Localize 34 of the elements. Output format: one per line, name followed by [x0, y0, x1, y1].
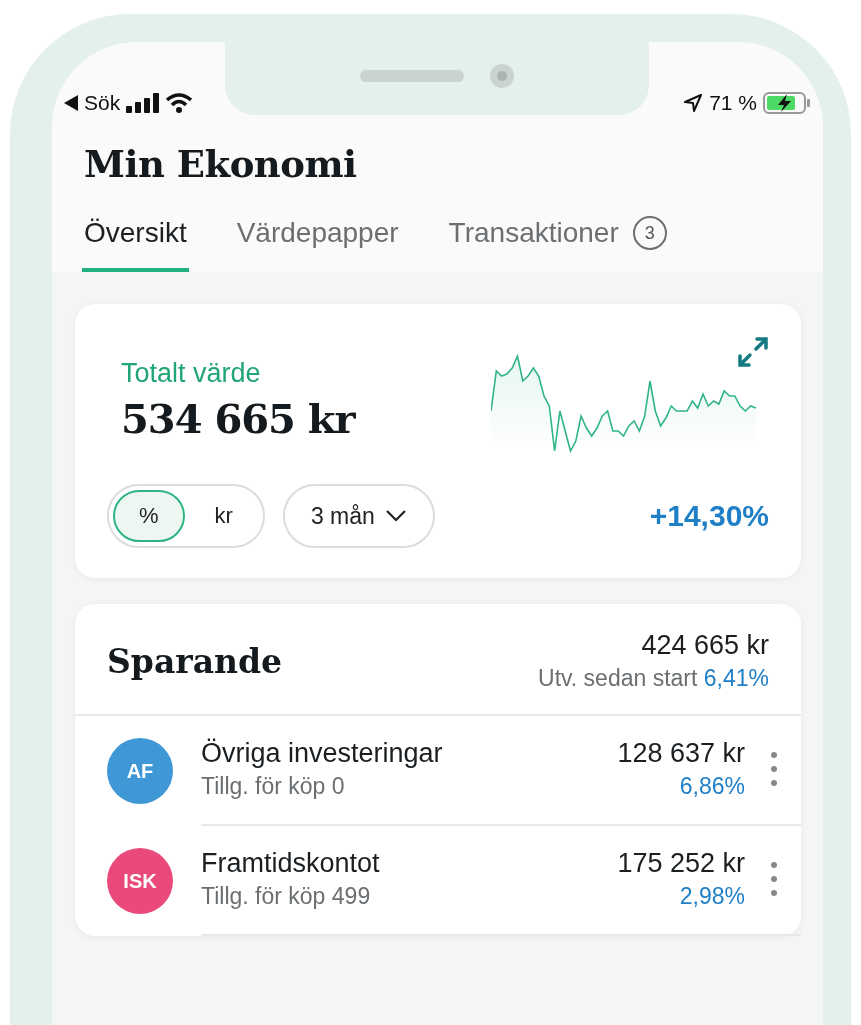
total-label: Totalt värde [121, 358, 262, 389]
tab[interactable]: Värdepapper [234, 208, 401, 272]
growth-text: Utv. sedan start 6,41% [538, 665, 769, 692]
change-percentage: +14,30% [649, 499, 769, 533]
account-name[interactable]: Övriga investeringar [201, 738, 618, 769]
total-value: 534 665 kr [121, 395, 355, 442]
account-avatar: ISK [107, 848, 173, 914]
tab[interactable]: Översikt [82, 208, 189, 272]
battery-charging-icon [763, 92, 811, 114]
back-label[interactable]: Sök [84, 91, 121, 115]
unit-option[interactable]: kr [188, 490, 259, 542]
account-available: Tillg. för köp 0 [201, 773, 346, 800]
wifi-icon [166, 93, 193, 113]
account-amount: 128 637 kr [617, 738, 745, 769]
section-title: Sparande [107, 641, 283, 681]
count-badge: 3 [632, 216, 667, 250]
location-arrow-icon [683, 93, 704, 113]
battery-percentage: 71 % [709, 91, 757, 115]
account-amount: 175 252 kr [617, 848, 745, 879]
tab[interactable]: Transaktioner 3 [446, 208, 669, 272]
account-change: 2,98% [679, 883, 745, 910]
page-title: Min Ekonomi [83, 141, 358, 186]
back-triangle-icon[interactable] [64, 95, 78, 111]
signal-icon [126, 93, 161, 113]
account-name[interactable]: Framtidskontot [201, 848, 618, 879]
savings-total: 424 665 kr [641, 630, 769, 661]
camera-dot [490, 64, 514, 88]
account-change: 6,86% [679, 773, 745, 800]
account-available: Tillg. för köp 499 [201, 883, 372, 910]
unit-option[interactable]: % [113, 490, 185, 542]
expand-icon[interactable] [737, 336, 769, 368]
account-avatar: AF [107, 738, 173, 804]
period-dropdown[interactable]: 3 mån [282, 484, 435, 548]
chevron-down-icon [384, 509, 407, 523]
